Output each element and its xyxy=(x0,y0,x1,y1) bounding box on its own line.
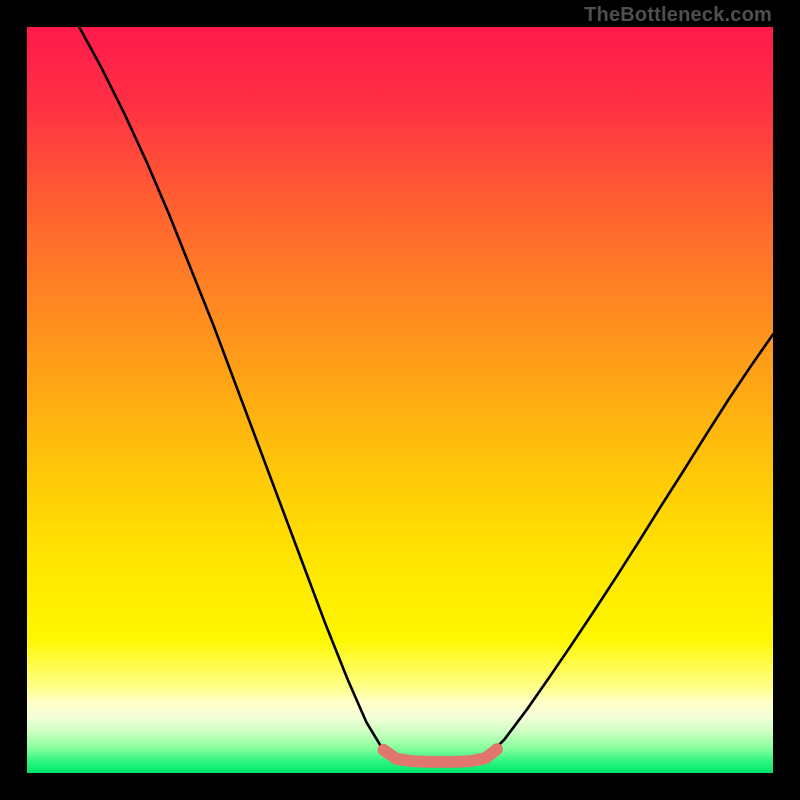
plot-area xyxy=(27,27,773,773)
curves-layer xyxy=(27,27,773,773)
bottleneck-curve xyxy=(79,27,773,762)
watermark-text: TheBottleneck.com xyxy=(584,4,772,27)
bottom-marker xyxy=(384,749,497,762)
chart-stage: TheBottleneck.com xyxy=(0,0,800,800)
